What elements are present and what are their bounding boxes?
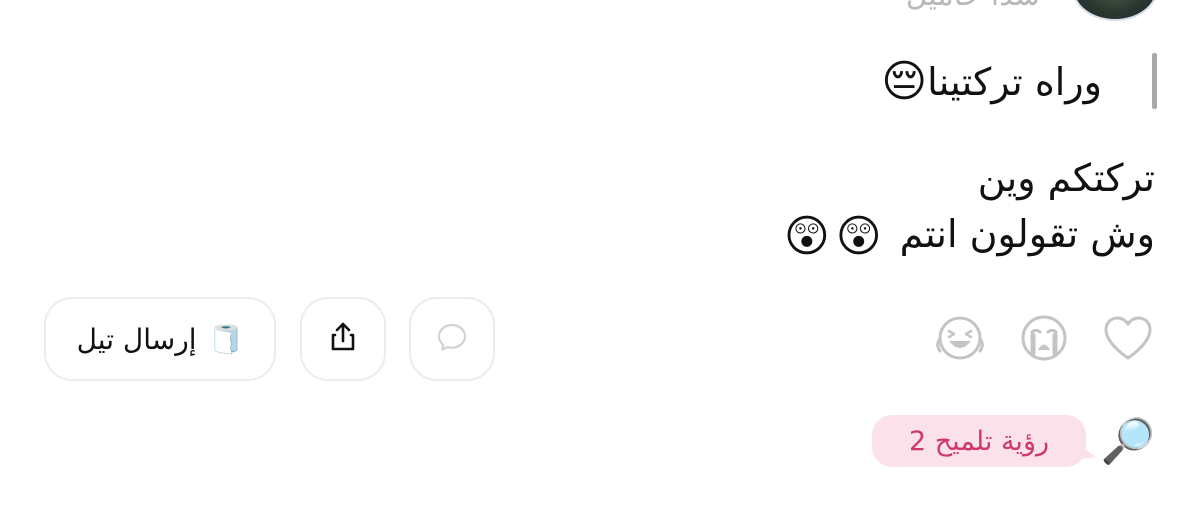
laughing-face-icon xyxy=(933,313,987,367)
avatar[interactable] xyxy=(1072,0,1158,21)
quote-bar xyxy=(1152,53,1157,109)
share-button[interactable] xyxy=(300,297,386,381)
share-upload-icon xyxy=(326,320,360,358)
send-button-label: إرسال تيل xyxy=(76,322,197,356)
message-line-2-text: وش تقولون انتم xyxy=(899,212,1155,256)
view-hint-label: رؤية تلميح 2 xyxy=(908,425,1050,457)
quoted-text: وراه تركتينا 😔 xyxy=(881,50,1102,114)
like-button[interactable] xyxy=(1098,310,1158,370)
message-body: تركتكم وين وش تقولون انتم 😲😲 xyxy=(455,150,1155,262)
astonished-face-emoji: 😲 xyxy=(783,210,830,262)
message-line-1: تركتكم وين xyxy=(977,156,1155,200)
comment-button[interactable] xyxy=(409,297,495,381)
heart-icon xyxy=(1102,314,1154,366)
laugh-reaction-button[interactable] xyxy=(930,310,990,370)
crying-face-icon xyxy=(1019,313,1069,367)
send-button[interactable]: 🧻 إرسال تيل xyxy=(44,297,276,381)
author-name[interactable]: سدا حاميل xyxy=(906,0,1040,13)
message-line-2: وش تقولون انتم 😲😲 xyxy=(455,206,1155,262)
view-hint-button[interactable]: رؤية تلميح 2 xyxy=(872,415,1096,467)
receipt-tape-icon: 🧻 xyxy=(208,322,244,356)
pensive-face-emoji: 😔 xyxy=(881,56,928,107)
cry-reaction-button[interactable] xyxy=(1014,310,1074,370)
astonished-face-emoji: 😲 xyxy=(835,210,882,262)
magnifier-icon[interactable]: 🔎 xyxy=(1100,414,1156,470)
quoted-text-label: وراه تركتينا xyxy=(927,60,1102,104)
comment-bubble-icon xyxy=(435,320,469,358)
